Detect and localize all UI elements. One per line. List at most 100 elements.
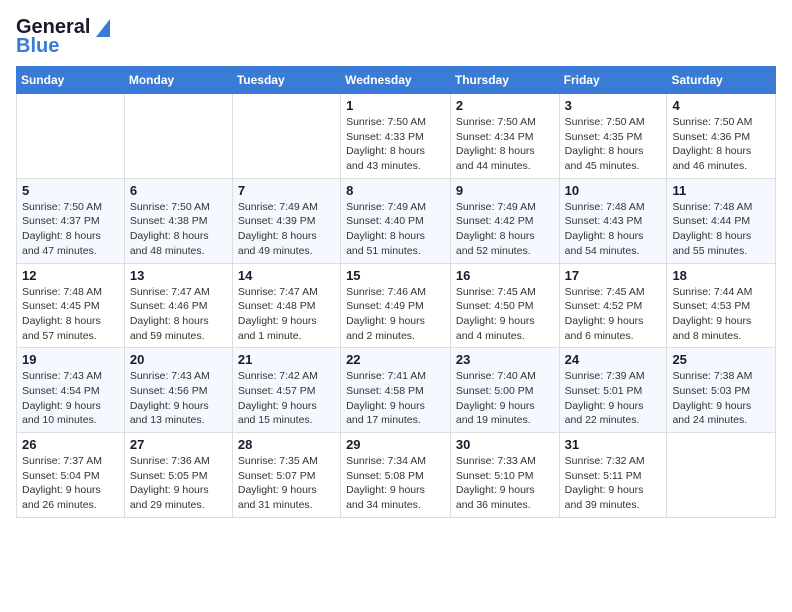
day-number: 25 [672,352,770,367]
day-cell: 1Sunrise: 7:50 AM Sunset: 4:33 PM Daylig… [341,94,451,179]
day-number: 27 [130,437,227,452]
day-cell: 2 Sunrise: 7:50 AM Sunset: 4:34 PM Daylig… [450,94,559,179]
week-row-2: 5 Sunrise: 7:50 AM Sunset: 4:37 PM Daylig… [17,178,776,263]
day-cell [232,94,340,179]
day-number: 14 [238,268,335,283]
day-cell: 8 Sunrise: 7:49 AM Sunset: 4:40 PM Daylig… [341,178,451,263]
day-cell: 4 Sunrise: 7:50 AM Sunset: 4:36 PM Daylig… [667,94,776,179]
day-number: 29 [346,437,445,452]
page-header: General Blue [16,16,776,58]
day-info: Sunrise: 7:49 AM Sunset: 4:42 PM Dayligh… [456,200,554,259]
calendar-table: SundayMondayTuesdayWednesdayThursdayFrid… [16,66,776,518]
day-info: Sunrise: 7:38 AM Sunset: 5:03 PM Dayligh… [672,369,770,428]
day-cell: 10Sunrise: 7:48 AM Sunset: 4:43 PM Dayli… [559,178,667,263]
day-number: 10 [565,183,662,198]
day-cell: 6Sunrise: 7:50 AM Sunset: 4:38 PM Daylig… [124,178,232,263]
day-info: Sunrise: 7:45 AM Sunset: 4:52 PM Dayligh… [565,285,662,344]
day-cell: 29 Sunrise: 7:34 AM Sunset: 5:08 PM Dayli… [341,433,451,518]
day-cell: 22 Sunrise: 7:41 AM Sunset: 4:58 PM Dayli… [341,348,451,433]
day-cell [17,94,125,179]
day-info: Sunrise: 7:32 AM Sunset: 5:11 PM Dayligh… [565,454,662,513]
day-info: Sunrise: 7:42 AM Sunset: 4:57 PM Dayligh… [238,369,335,428]
day-number: 7 [238,183,335,198]
day-number: 28 [238,437,335,452]
day-number: 11 [672,183,770,198]
day-number: 6 [130,183,227,198]
day-info: Sunrise: 7:50 AM Sunset: 4:34 PM Dayligh… [456,115,554,174]
day-number: 22 [346,352,445,367]
day-number: 30 [456,437,554,452]
day-cell: 7 Sunrise: 7:49 AM Sunset: 4:39 PM Daylig… [232,178,340,263]
day-info: Sunrise: 7:36 AM Sunset: 5:05 PM Dayligh… [130,454,227,513]
logo-blue-text: Blue [16,35,59,58]
day-number: 15 [346,268,445,283]
day-info: Sunrise: 7:45 AM Sunset: 4:50 PM Dayligh… [456,285,554,344]
day-number: 19 [22,352,119,367]
week-row-5: 26Sunrise: 7:37 AM Sunset: 5:04 PM Dayli… [17,433,776,518]
day-info: Sunrise: 7:43 AM Sunset: 4:54 PM Dayligh… [22,369,119,428]
day-number: 2 [456,98,554,113]
week-row-1: 1Sunrise: 7:50 AM Sunset: 4:33 PM Daylig… [17,94,776,179]
day-number: 13 [130,268,227,283]
day-cell: 11Sunrise: 7:48 AM Sunset: 4:44 PM Dayli… [667,178,776,263]
day-number: 17 [565,268,662,283]
day-cell: 30Sunrise: 7:33 AM Sunset: 5:10 PM Dayli… [450,433,559,518]
day-cell: 23 Sunrise: 7:40 AM Sunset: 5:00 PM Dayli… [450,348,559,433]
header-wednesday: Wednesday [341,67,451,94]
day-cell [124,94,232,179]
day-cell: 28 Sunrise: 7:35 AM Sunset: 5:07 PM Dayli… [232,433,340,518]
day-number: 20 [130,352,227,367]
day-cell: 13Sunrise: 7:47 AM Sunset: 4:46 PM Dayli… [124,263,232,348]
day-number: 18 [672,268,770,283]
header-tuesday: Tuesday [232,67,340,94]
day-cell: 17 Sunrise: 7:45 AM Sunset: 4:52 PM Dayli… [559,263,667,348]
day-cell: 16 Sunrise: 7:45 AM Sunset: 4:50 PM Dayli… [450,263,559,348]
day-cell: 12Sunrise: 7:48 AM Sunset: 4:45 PM Dayli… [17,263,125,348]
day-info: Sunrise: 7:40 AM Sunset: 5:00 PM Dayligh… [456,369,554,428]
day-cell: 5 Sunrise: 7:50 AM Sunset: 4:37 PM Daylig… [17,178,125,263]
day-number: 21 [238,352,335,367]
day-cell: 31 Sunrise: 7:32 AM Sunset: 5:11 PM Dayli… [559,433,667,518]
day-number: 1 [346,98,445,113]
header-thursday: Thursday [450,67,559,94]
day-cell: 9 Sunrise: 7:49 AM Sunset: 4:42 PM Daylig… [450,178,559,263]
day-number: 9 [456,183,554,198]
day-info: Sunrise: 7:50 AM Sunset: 4:36 PM Dayligh… [672,115,770,174]
day-info: Sunrise: 7:34 AM Sunset: 5:08 PM Dayligh… [346,454,445,513]
day-info: Sunrise: 7:50 AM Sunset: 4:37 PM Dayligh… [22,200,119,259]
week-row-4: 19 Sunrise: 7:43 AM Sunset: 4:54 PM Dayli… [17,348,776,433]
day-number: 31 [565,437,662,452]
day-cell: 15Sunrise: 7:46 AM Sunset: 4:49 PM Dayli… [341,263,451,348]
week-row-3: 12Sunrise: 7:48 AM Sunset: 4:45 PM Dayli… [17,263,776,348]
day-info: Sunrise: 7:50 AM Sunset: 4:35 PM Dayligh… [565,115,662,174]
day-info: Sunrise: 7:47 AM Sunset: 4:48 PM Dayligh… [238,285,335,344]
day-number: 8 [346,183,445,198]
day-cell: 3Sunrise: 7:50 AM Sunset: 4:35 PM Daylig… [559,94,667,179]
header-row: SundayMondayTuesdayWednesdayThursdayFrid… [17,67,776,94]
day-cell: 21 Sunrise: 7:42 AM Sunset: 4:57 PM Dayli… [232,348,340,433]
day-number: 16 [456,268,554,283]
day-info: Sunrise: 7:43 AM Sunset: 4:56 PM Dayligh… [130,369,227,428]
day-number: 26 [22,437,119,452]
day-number: 5 [22,183,119,198]
logo-triangle-icon [96,19,110,37]
day-number: 23 [456,352,554,367]
day-number: 4 [672,98,770,113]
day-cell: 18 Sunrise: 7:44 AM Sunset: 4:53 PM Dayli… [667,263,776,348]
day-info: Sunrise: 7:49 AM Sunset: 4:40 PM Dayligh… [346,200,445,259]
day-info: Sunrise: 7:41 AM Sunset: 4:58 PM Dayligh… [346,369,445,428]
day-number: 24 [565,352,662,367]
day-info: Sunrise: 7:49 AM Sunset: 4:39 PM Dayligh… [238,200,335,259]
day-cell: 26Sunrise: 7:37 AM Sunset: 5:04 PM Dayli… [17,433,125,518]
header-sunday: Sunday [17,67,125,94]
day-cell: 19 Sunrise: 7:43 AM Sunset: 4:54 PM Dayli… [17,348,125,433]
day-cell: 14 Sunrise: 7:47 AM Sunset: 4:48 PM Dayli… [232,263,340,348]
calendar-header: SundayMondayTuesdayWednesdayThursdayFrid… [17,67,776,94]
header-saturday: Saturday [667,67,776,94]
day-cell: 27 Sunrise: 7:36 AM Sunset: 5:05 PM Dayli… [124,433,232,518]
logo: General Blue [16,16,110,58]
day-info: Sunrise: 7:35 AM Sunset: 5:07 PM Dayligh… [238,454,335,513]
day-number: 12 [22,268,119,283]
day-info: Sunrise: 7:44 AM Sunset: 4:53 PM Dayligh… [672,285,770,344]
day-info: Sunrise: 7:39 AM Sunset: 5:01 PM Dayligh… [565,369,662,428]
